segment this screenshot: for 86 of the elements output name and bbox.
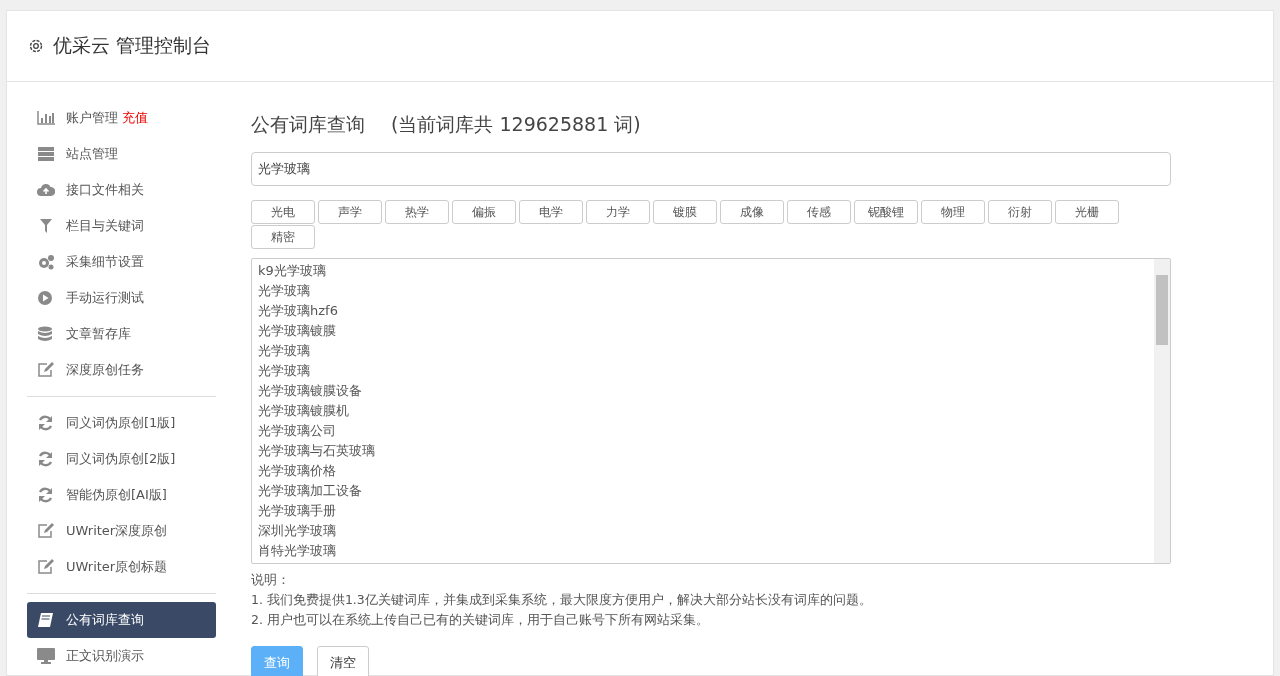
tag-button[interactable]: 铌酸锂 (854, 200, 918, 224)
results-textarea[interactable]: k9光学玻璃 光学玻璃 光学玻璃hzf6 光学玻璃镀膜 光学玻璃 光学玻璃 光学玻璃镀膜设备 光学玻璃镀膜机 光学玻璃公司 光学玻璃与石英玻璃 光学玻璃价格 光学玻璃加工设备 光学玻璃手册 深圳光学玻璃 肖特光学玻璃 (251, 258, 1171, 564)
result-line: 光学玻璃 (258, 282, 311, 300)
tag-button[interactable]: 成像 (720, 200, 784, 224)
result-line: 光学玻璃与石英玻璃 (258, 442, 376, 460)
tag-button[interactable]: 力学 (586, 200, 650, 224)
sidebar-item[interactable]: 公有词库查询 (27, 602, 216, 638)
tag-button[interactable]: 光电 (251, 200, 315, 224)
settings-icon (27, 37, 45, 55)
database-icon (37, 326, 55, 342)
sidebar-item[interactable]: 手动运行测试 (27, 280, 216, 316)
sidebar-item[interactable]: 文章暂存库 (27, 316, 216, 352)
cloud-upload-icon (37, 183, 55, 197)
sidebar-item-label: 接口文件相关 (66, 181, 144, 199)
result-line: 光学玻璃镀膜 (258, 322, 337, 340)
sidebar-item-label: 公有词库查询 (66, 611, 144, 629)
play-icon (37, 290, 55, 306)
sidebar-item[interactable]: 采集细节设置 (27, 244, 216, 280)
sidebar-item[interactable]: 站点管理 (27, 136, 216, 172)
result-line: 肖特光学玻璃 (258, 542, 337, 560)
console-title: 优采云 管理控制台 (53, 33, 212, 58)
result-line: 光学玻璃价格 (258, 462, 337, 480)
result-line: 光学玻璃镀膜机 (258, 402, 350, 420)
sidebar-item-label: 同义词伪原创[1版] (66, 414, 176, 432)
sidebar-item[interactable]: 深度原创任务 (27, 352, 216, 388)
tag-button[interactable]: 镀膜 (653, 200, 717, 224)
tag-button[interactable]: 衍射 (988, 200, 1052, 224)
tag-button[interactable]: 偏振 (452, 200, 516, 224)
server-icon (37, 147, 55, 161)
result-line: 光学玻璃 (258, 362, 311, 380)
result-line: 光学玻璃公司 (258, 422, 337, 440)
result-line: 光学玻璃镀膜设备 (258, 382, 363, 400)
sidebar-item-label: 采集细节设置 (66, 253, 144, 271)
sidebar-item-label: 账户管理 充值 (66, 109, 148, 127)
sidebar-item-label: 深度原创任务 (66, 361, 144, 379)
sidebar-item[interactable]: 同义词伪原创[1版] (27, 405, 216, 441)
note-text: 2. 用户也可以在系统上传自己已有的关键词库，用于自己账号下所有网站采集。 (251, 611, 710, 629)
gears-icon (37, 254, 55, 270)
monitor-icon (37, 648, 55, 664)
sidebar-item-label: 正文识别演示 (66, 647, 144, 665)
edit-icon (37, 523, 55, 539)
result-line: 光学玻璃hzf6 (258, 302, 339, 320)
tag-button[interactable]: 声学 (318, 200, 382, 224)
clear-button[interactable]: 清空 (317, 646, 369, 676)
edit-icon (37, 559, 55, 575)
chart-icon (37, 111, 55, 125)
sidebar-item[interactable]: UWriter深度原创 (27, 513, 216, 549)
sidebar-item[interactable]: 栏目与关键词 (27, 208, 216, 244)
keyword-input[interactable]: 光学玻璃 (251, 152, 1171, 186)
sidebar-item-label: 手动运行测试 (66, 289, 144, 307)
sidebar-item[interactable]: 正文识别演示 (27, 638, 216, 674)
sidebar-item-label: 站点管理 (66, 145, 118, 163)
tag-button[interactable]: 光栅 (1055, 200, 1119, 224)
sidebar-item-label: 文章暂存库 (66, 325, 131, 343)
result-line: 光学玻璃 (258, 342, 311, 360)
recharge-link[interactable]: 充值 (122, 110, 148, 125)
tag-button[interactable]: 热学 (385, 200, 449, 224)
book-icon (37, 612, 55, 628)
result-line: 光学玻璃加工设备 (258, 482, 363, 500)
refresh-icon (37, 415, 55, 431)
tag-button[interactable]: 精密 (251, 225, 315, 249)
sidebar-item-label: 同义词伪原创[2版] (66, 450, 176, 468)
sidebar-item[interactable]: 接口文件相关 (27, 172, 216, 208)
note-text: 1. 我们免费提供1.3亿关键词库，并集成到采集系统，最大限度方便用户，解决大部分站长没有词库的问题。 (251, 591, 873, 609)
sidebar-item[interactable]: 智能伪原创[AI版] (27, 477, 216, 513)
scrollbar[interactable] (1154, 259, 1170, 563)
sidebar-item[interactable]: 账户管理 充值 (27, 100, 216, 136)
notes-title: 说明： (251, 571, 291, 589)
result-line: 光学玻璃手册 (258, 502, 337, 520)
sidebar-item-label: 智能伪原创[AI版] (66, 486, 167, 504)
tag-button[interactable]: 电学 (519, 200, 583, 224)
refresh-icon (37, 487, 55, 503)
word-count-note: (当前词库共 129625881 词) (391, 112, 641, 137)
tag-button[interactable]: 物理 (921, 200, 985, 224)
tag-button[interactable]: 传感 (787, 200, 851, 224)
sidebar-item-label: UWriter深度原创 (66, 522, 168, 540)
result-line: k9光学玻璃 (258, 262, 327, 280)
sidebar-item[interactable]: 同义词伪原创[2版] (27, 441, 216, 477)
edit-icon (37, 362, 55, 378)
page-heading: 公有词库查询 (251, 112, 365, 137)
sidebar-item-label: UWriter原创标题 (66, 558, 168, 576)
sidebar-item[interactable]: UWriter原创标题 (27, 549, 216, 585)
filter-icon (37, 219, 55, 233)
result-line: 深圳光学玻璃 (258, 522, 337, 540)
sidebar-item-label: 栏目与关键词 (66, 217, 144, 235)
refresh-icon (37, 451, 55, 467)
